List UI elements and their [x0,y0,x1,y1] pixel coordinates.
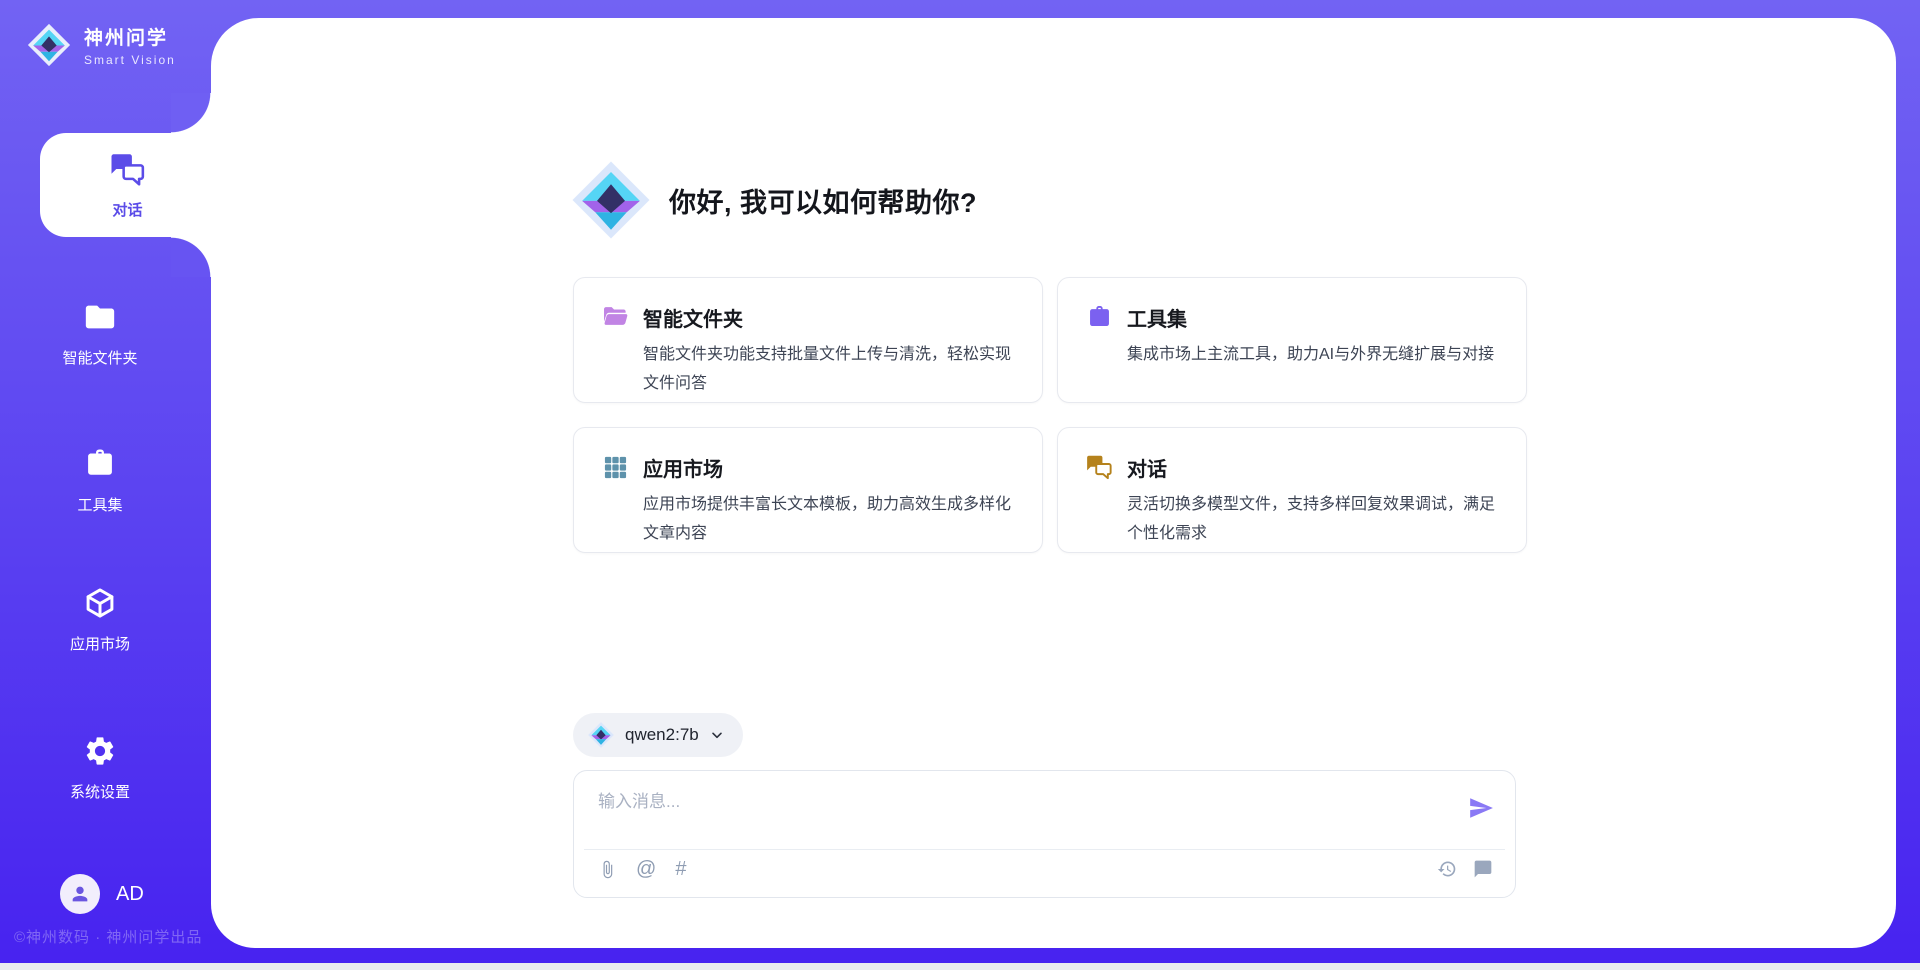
tab-top-fillet [171,93,211,133]
card-description: 智能文件夹功能支持批量文件上传与清洗，轻松实现文件问答 [643,341,1018,399]
greeting-title: 你好, 我可以如何帮助你? [669,181,977,220]
user-account[interactable]: AD [60,874,144,914]
card-description: 集成市场上主流工具，助力AI与外界无缝扩展与对接 [1127,341,1502,370]
sidebar-item-settings[interactable]: 系统设置 [0,734,200,802]
card-description: 应用市场提供丰富长文本模板，助力高效生成多样化文章内容 [643,491,1018,549]
grid-icon [602,454,629,481]
cube-icon [83,586,117,620]
history-icon[interactable] [1437,859,1457,879]
avatar[interactable] [60,874,100,914]
hashtag-icon[interactable]: # [675,859,686,879]
message-input[interactable] [598,787,1438,839]
sidebar-item-label: 系统设置 [0,781,200,802]
tab-bottom-fillet [171,237,211,277]
composer-divider [584,849,1505,850]
card-description: 灵活切换多模型文件，支持多样回复效果调试，满足个性化需求 [1127,491,1502,549]
card-toolset[interactable]: 工具集 集成市场上主流工具，助力AI与外界无缝扩展与对接 [1057,277,1527,403]
card-title: 对话 [1127,453,1167,482]
app-logo: 神州问学 Smart Vision [26,22,176,68]
feature-cards: 智能文件夹 智能文件夹功能支持批量文件上传与清洗，轻松实现文件问答 工具集 集成… [573,277,1527,553]
card-title: 智能文件夹 [643,303,743,332]
sidebar-item-chat[interactable]: 对话 [40,133,215,237]
sidebar-item-app-market[interactable]: 应用市场 [0,586,200,654]
mention-icon[interactable]: @ [636,859,656,879]
chat-bubbles-icon [110,152,146,188]
card-smart-folder[interactable]: 智能文件夹 智能文件夹功能支持批量文件上传与清洗，轻松实现文件问答 [573,277,1043,403]
brand-gem-icon [569,158,653,242]
sidebar-item-label: 对话 [40,199,215,220]
sidebar-item-label: 工具集 [0,494,200,515]
person-icon [69,883,91,905]
send-icon [1468,795,1494,821]
toolbox-icon [1086,304,1113,331]
brand-gem-icon [26,22,72,68]
sidebar-item-label: 智能文件夹 [0,347,200,368]
chat-bubbles-icon [1086,454,1113,481]
chat-bubble-icon[interactable] [1473,859,1493,879]
model-selector[interactable]: qwen2:7b [573,713,743,757]
model-name: qwen2:7b [625,725,699,745]
sidebar-item-toolset[interactable]: 工具集 [0,447,200,515]
brand-subtitle: Smart Vision [84,53,176,67]
chevron-down-icon [709,727,725,743]
sidebar-item-label: 应用市场 [0,633,200,654]
send-button[interactable] [1467,795,1495,823]
folder-icon [83,300,117,334]
content-panel: 你好, 我可以如何帮助你? 智能文件夹 智能文件夹功能支持批量文件上传与清洗，轻… [211,18,1896,948]
card-app-market[interactable]: 应用市场 应用市场提供丰富长文本模板，助力高效生成多样化文章内容 [573,427,1043,553]
card-title: 应用市场 [643,453,723,482]
bottom-scrollbar-track[interactable] [0,963,1920,970]
user-name: AD [116,883,144,906]
sidebar-item-smart-folder[interactable]: 智能文件夹 [0,300,200,368]
attachment-icon[interactable] [598,860,617,879]
card-chat[interactable]: 对话 灵活切换多模型文件，支持多样回复效果调试，满足个性化需求 [1057,427,1527,553]
copyright-footer: ©神州数码 · 神州问学出品 [14,926,202,947]
toolbox-icon [83,447,117,481]
message-composer: @ # [573,770,1516,898]
model-gem-icon [587,721,615,749]
greeting-block: 你好, 我可以如何帮助你? [569,158,977,242]
folder-open-icon [602,304,629,331]
card-title: 工具集 [1127,303,1187,332]
gear-icon [83,734,117,768]
brand-name: 神州问学 [84,23,176,50]
